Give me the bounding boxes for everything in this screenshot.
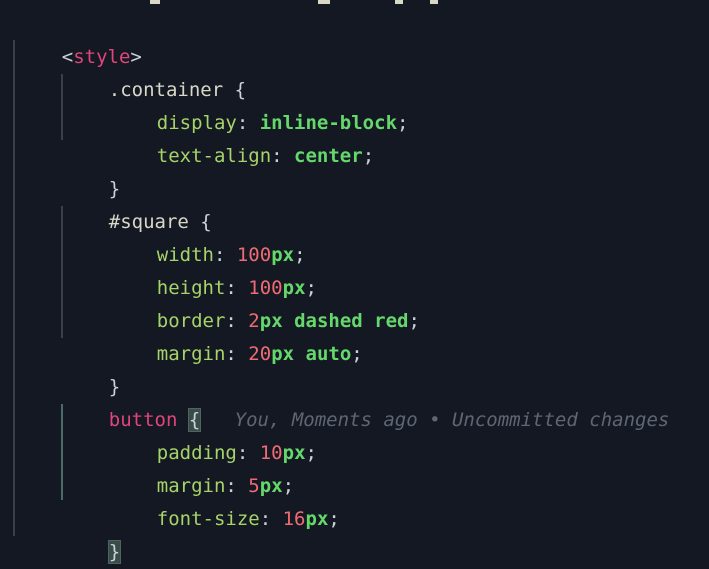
code-line[interactable]: <style> (16, 8, 142, 68)
code-line[interactable]: text-align: center; (111, 107, 374, 167)
colon: : (225, 343, 249, 365)
semicolon: ; (351, 343, 363, 365)
previous-line-fragment (0, 0, 709, 4)
indent-guide-style (13, 40, 15, 536)
code-line[interactable]: #square { (63, 173, 212, 233)
css-property: text-align (156, 145, 272, 167)
semicolon: ; (408, 310, 420, 332)
css-value: center (294, 145, 363, 167)
code-line[interactable]: padding: 10px; (111, 404, 317, 464)
code-line[interactable]: border: 2px dashed red; (111, 272, 420, 332)
code-line[interactable]: margin: 5px; (111, 437, 294, 497)
css-number: 16 (282, 508, 306, 530)
code-line[interactable]: font-size: 16px; (111, 470, 340, 530)
code-line[interactable]: } (63, 338, 120, 398)
code-line[interactable]: display: inline-block; (111, 74, 409, 134)
code-editor[interactable]: <style> .container { display: inline-blo… (0, 0, 709, 569)
code-line[interactable]: button { You, Moments ago • Uncommitted … (63, 371, 669, 432)
code-line[interactable]: .container { (63, 41, 246, 101)
css-number: 20 (248, 343, 272, 365)
semicolon: ; (305, 442, 317, 464)
colon: : (259, 508, 283, 530)
code-line[interactable]: width: 100px; (111, 206, 306, 266)
css-property: margin (156, 343, 226, 365)
code-line[interactable]: } (63, 503, 122, 564)
css-property: font-size (156, 508, 260, 530)
code-line[interactable]: </style> (16, 536, 153, 569)
code-line[interactable]: } (63, 140, 120, 200)
colon: : (271, 145, 295, 167)
code-line[interactable]: margin: 20px auto; (111, 305, 363, 365)
code-line[interactable]: height: 100px; (111, 239, 317, 299)
css-unit: px (305, 508, 329, 530)
semicolon: ; (362, 145, 375, 167)
semicolon: ; (397, 112, 409, 134)
semicolon: ; (328, 508, 340, 530)
css-value: px auto (271, 343, 352, 365)
